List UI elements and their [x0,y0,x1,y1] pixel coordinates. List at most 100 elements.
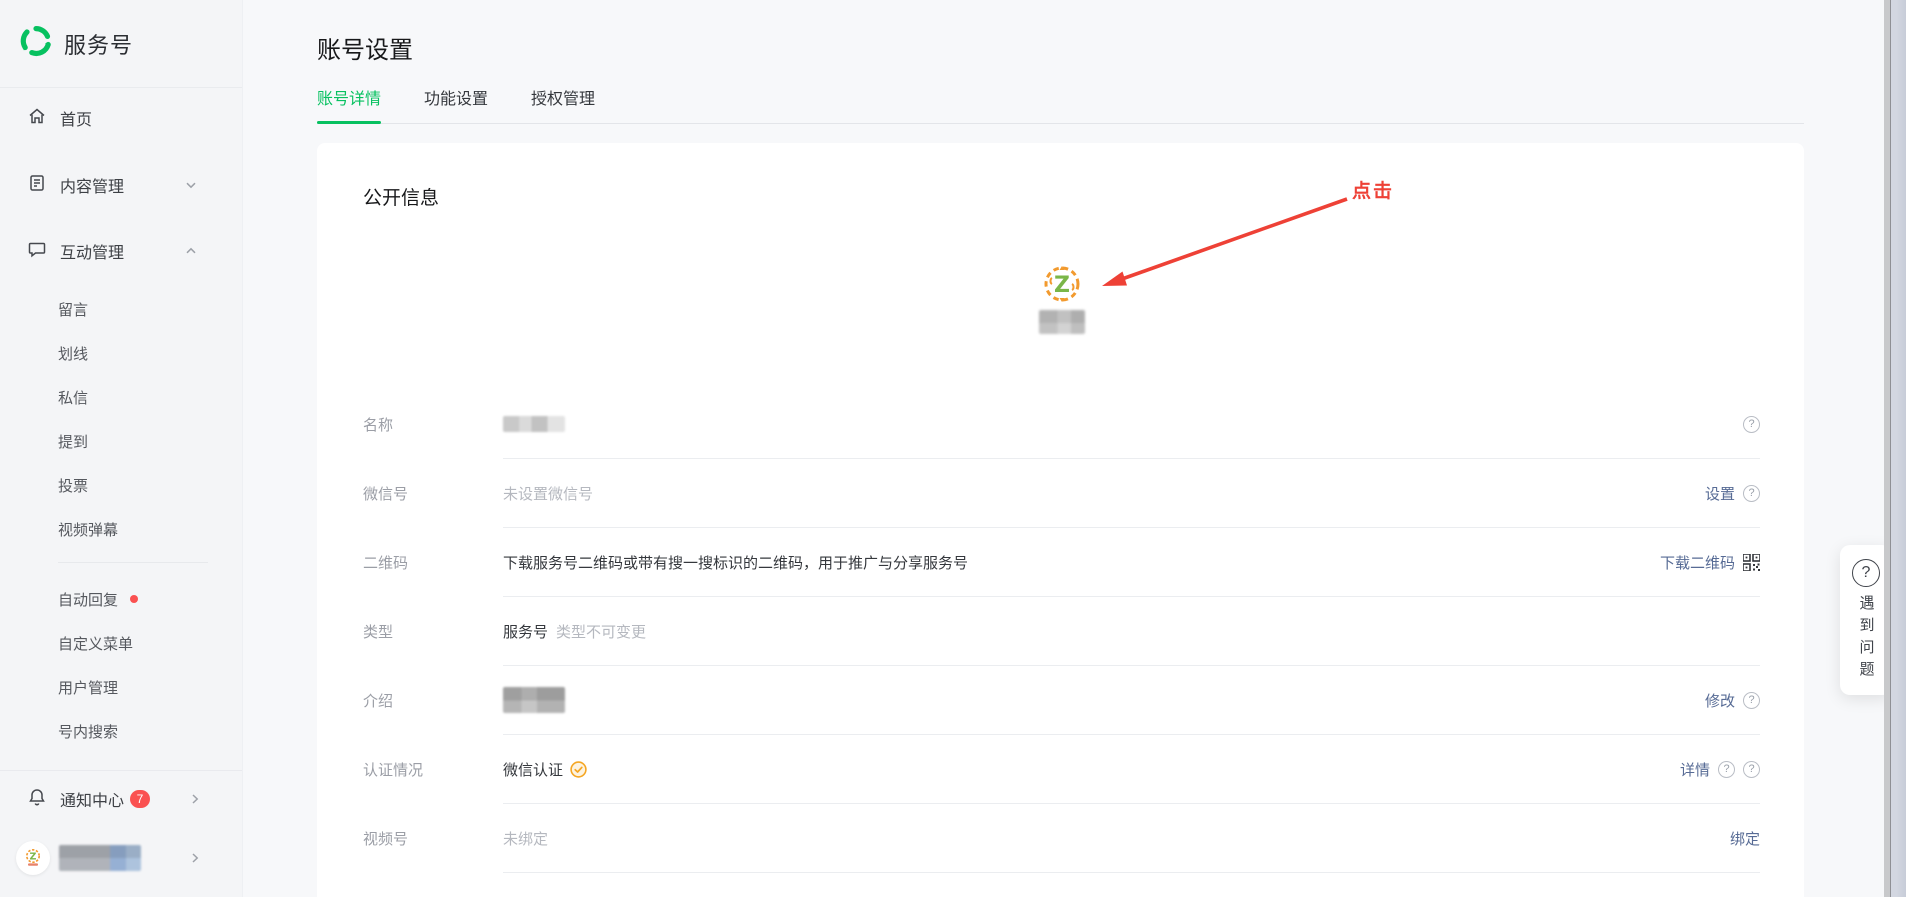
edit-introduction-link[interactable]: 修改 [1705,690,1735,711]
chevron-right-icon [188,851,202,865]
row-verification: 认证情况 微信认证 详情 ? ? [363,735,1760,804]
row-label: 认证情况 [363,735,503,804]
interaction-submenu: 留言 划线 私信 提到 投票 视频弹幕 [0,287,242,551]
sidebar-item-content-mgmt[interactable]: 内容管理 [0,163,242,207]
subnav-label: 划线 [58,343,88,364]
sidebar-item-underlines[interactable]: 划线 [0,331,242,375]
question-circle-icon: ? [1852,559,1880,587]
public-info-card: 公开信息 Z 点击 名称 [317,143,1804,897]
row-video-channel: 视频号 未绑定 绑定 [363,804,1760,873]
account-type-note: 类型不可变更 [556,621,646,642]
tab-bar: 账号详情 功能设置 授权管理 [317,85,1804,124]
current-account-item[interactable]: Z [0,829,242,887]
sidebar-item-video-danmu[interactable]: 视频弹幕 [0,507,242,551]
home-icon [27,106,47,131]
subnav-label: 留言 [58,299,88,320]
sidebar-item-user-mgmt[interactable]: 用户管理 [0,665,242,709]
subnav-label: 投票 [58,475,88,496]
document-icon [27,173,47,198]
sidebar-nav: 首页 内容管理 互动管理 留言 [0,88,242,753]
question-circle-icon[interactable]: ? [1743,416,1760,433]
sidebar-item-votes[interactable]: 投票 [0,463,242,507]
account-type-value: 服务号 [503,621,548,642]
row-account-type: 类型 服务号 类型不可变更 [363,597,1760,666]
sidebar: 服务号 首页 内容管理 [0,0,243,897]
svg-text:Z: Z [30,852,37,863]
tab-account-details[interactable]: 账号详情 [317,85,381,123]
account-name-redacted [59,845,141,871]
sidebar-bottom: 通知中心 7 Z [0,770,242,887]
subnav-label: 视频弹幕 [58,519,118,540]
svg-text:Z: Z [1054,273,1070,298]
row-label: 介绍 [363,666,503,735]
set-wechat-id-link[interactable]: 设置 [1705,483,1735,504]
sidebar-item-auto-reply[interactable]: 自动回复 [0,577,242,621]
subnav-label: 私信 [58,387,88,408]
page-title: 账号设置 [317,30,1906,65]
account-settings-screen: 服务号 首页 内容管理 [0,0,1906,897]
sidebar-item-label: 首页 [60,106,242,130]
notification-label: 通知中心 [60,787,124,811]
chevron-down-icon [184,178,198,192]
app-title: 服务号 [64,28,133,60]
help-panel-label: 遇到问题 [1856,595,1877,683]
bind-video-channel-link[interactable]: 绑定 [1730,828,1760,849]
question-circle-icon[interactable]: ? [1743,485,1760,502]
subnav-label: 自定义菜单 [58,633,133,654]
unread-dot [130,595,138,603]
row-introduction: 介绍 修改 ? [363,666,1760,735]
tab-feature-settings[interactable]: 功能设置 [424,85,488,123]
introduction-value-redacted [503,687,565,713]
subnav-label: 用户管理 [58,677,118,698]
sidebar-item-home[interactable]: 首页 [0,96,242,140]
sidebar-item-label: 互动管理 [60,239,184,263]
row-wechat-id: 微信号 未设置微信号 设置 ? [363,459,1760,528]
main-area: 账号设置 账号详情 功能设置 授权管理 公开信息 Z 点击 [243,0,1906,897]
notification-badge: 7 [130,790,150,808]
sidebar-item-interaction-mgmt[interactable]: 互动管理 [0,229,242,273]
verified-check-icon [570,761,587,778]
row-label: 二维码 [363,528,503,597]
tools-menu: 自动回复 自定义菜单 用户管理 号内搜索 [0,577,242,753]
qr-code-description: 下载服务号二维码或带有搜一搜标识的二维码，用于推广与分享服务号 [503,552,968,573]
row-name: 名称 ? [363,390,1760,459]
account-avatar: Z [16,841,50,875]
account-avatar-block: Z [363,260,1760,334]
tab-authorization-mgmt[interactable]: 授权管理 [531,85,595,123]
sidebar-divider [58,562,208,563]
video-channel-value: 未绑定 [503,828,548,849]
click-annotation-label: 点击 [1352,176,1394,203]
row-label: 视频号 [363,804,503,873]
vertical-scrollbar[interactable] [1890,0,1906,897]
row-label: 名称 [363,390,503,459]
name-value-redacted [503,416,565,432]
question-circle-icon[interactable]: ? [1718,761,1735,778]
download-qr-link[interactable]: 下载二维码 [1660,552,1735,573]
detail-rows: 名称 ? 微信号 未设置微信号 设置 ? [363,390,1760,873]
wechat-id-value: 未设置微信号 [503,483,593,504]
question-circle-icon[interactable]: ? [1743,761,1760,778]
subnav-label: 号内搜索 [58,721,118,742]
sidebar-item-mentions[interactable]: 提到 [0,419,242,463]
chat-icon [27,239,47,264]
subnav-label: 自动回复 [58,589,118,610]
verification-value: 微信认证 [503,759,563,780]
question-circle-icon[interactable]: ? [1743,692,1760,709]
wechat-mp-logo-icon [19,24,53,63]
logo-row: 服务号 [0,0,242,88]
bell-icon [27,787,47,812]
sidebar-item-private-messages[interactable]: 私信 [0,375,242,419]
verification-details-link[interactable]: 详情 [1680,759,1710,780]
notification-center-item[interactable]: 通知中心 7 [0,771,242,827]
sidebar-item-in-account-search[interactable]: 号内搜索 [0,709,242,753]
subnav-label: 提到 [58,431,88,452]
account-name-redacted [1039,310,1085,334]
sidebar-item-label: 内容管理 [60,173,184,197]
sidebar-item-comments[interactable]: 留言 [0,287,242,331]
sidebar-item-custom-menu[interactable]: 自定义菜单 [0,621,242,665]
qr-code-icon[interactable] [1743,554,1760,571]
row-qr-code: 二维码 下载服务号二维码或带有搜一搜标识的二维码，用于推广与分享服务号 下载二维… [363,528,1760,597]
chevron-up-icon [184,244,198,258]
row-label: 类型 [363,597,503,666]
account-avatar-large[interactable]: Z [1038,260,1086,308]
